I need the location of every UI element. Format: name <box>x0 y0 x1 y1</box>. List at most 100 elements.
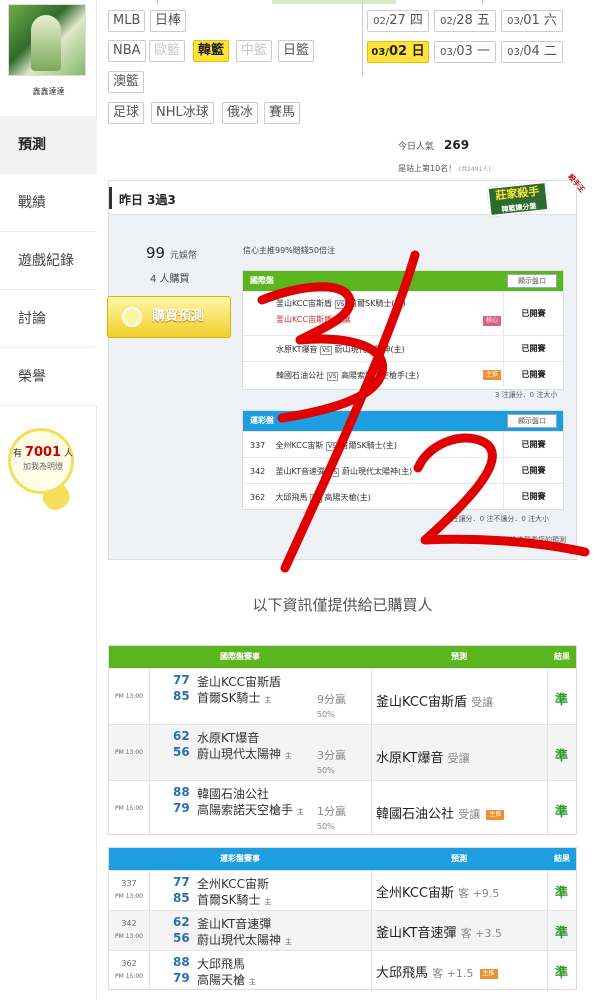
match-status: 已開賽 <box>503 292 563 335</box>
team-home: 蔚山現代太陽神 主 <box>197 745 292 762</box>
result-mark: 準 <box>555 926 569 941</box>
home-mark: 主 <box>284 752 292 760</box>
sidebar-item-discussion[interactable]: 討論 <box>0 290 97 348</box>
match-status: 已開賽 <box>503 458 563 483</box>
rank-note: (共2491人) <box>458 166 491 173</box>
match-status: 已開賽 <box>503 432 563 457</box>
fans-prefix: 有 <box>13 449 23 459</box>
prediction-team: 水原KT爆音 <box>376 751 444 766</box>
prediction: 韓國石油公社 受讓 主推 <box>376 803 505 822</box>
handicap: 9分贏 50% <box>317 691 346 720</box>
date-button[interactable]: 02/27 四 <box>367 10 429 32</box>
team-home: 首爾SK騎士 主 <box>197 891 271 908</box>
column-divider <box>371 870 372 991</box>
league-tag-npb[interactable]: 日棒 <box>150 10 187 32</box>
purchaser-info-title: 以下資訊僅提供給已購買人 <box>252 596 433 614</box>
table-row: 362 PM 15:00 88 79 大邱飛馬 高陽天槍 主 大邱飛馬 客 +1… <box>109 950 576 990</box>
rank-text: 是站上第10名！ <box>398 164 457 173</box>
vs-icon: VS <box>326 372 339 381</box>
show-odds-button[interactable]: 顯示盤口 <box>507 414 557 428</box>
table-row: PM 13:00 62 56 水原KT爆音 蔚山現代太陽神 主 3分贏 50% 水… <box>109 724 576 780</box>
date-button[interactable]: 02/28 五 <box>434 10 496 32</box>
home-mark: 主 <box>284 938 292 946</box>
league-tag-china-basketball: 中籃 <box>236 40 273 62</box>
table-row: 水原KT爆音 VS 蔚山現代太陽神(主) 已開賽 <box>243 335 563 361</box>
vs-icon: VS <box>310 494 322 503</box>
avatar[interactable] <box>8 4 86 76</box>
league-tag-euro-basketball: 歐籃 <box>149 40 186 62</box>
popularity-rank: 是站上第10名！ (共2491人) <box>398 163 491 174</box>
vs-icon: VS <box>334 300 347 309</box>
date-button[interactable]: 03/03 一 <box>434 41 496 63</box>
league-tag-mlb[interactable]: MLB <box>108 10 146 32</box>
score-home: 56 <box>173 931 190 945</box>
home-mark: 主 <box>264 898 272 906</box>
team-away: 水原KT爆音 <box>197 731 260 745</box>
home-team: 釜山KCC宙斯盾 <box>276 299 332 308</box>
intl-footer: 3 注讓分．0 注大小 <box>495 391 558 399</box>
popularity-label: 今日人氣 <box>398 142 435 152</box>
team-away: 釜山KT音速彈 <box>197 917 272 931</box>
league-tag-khl[interactable]: 俄冰 <box>222 102 259 124</box>
game-time: PM 13:00 <box>115 893 143 900</box>
team-home: 首爾SK騎士 主 <box>197 689 271 706</box>
team-home: 高陽索諾天空槍手 主 <box>197 801 304 818</box>
follow-bulb[interactable]: 有 7001 人 加我為明燈 <box>4 425 82 515</box>
show-odds-button[interactable]: 顯示盤口 <box>507 274 557 288</box>
prediction-note: 客 +3.5 <box>460 927 502 940</box>
vs-icon: VS <box>320 346 332 355</box>
popularity: 今日人氣 269 <box>398 138 469 152</box>
match-line: 水原KT爆音 VS 蔚山現代太陽神(主) <box>276 344 405 355</box>
handicap-value: 9分贏 <box>317 693 346 706</box>
game-time: PM 13:00 <box>115 693 143 700</box>
date-button-selected[interactable]: 03/02 日 <box>367 41 429 63</box>
match-line: 韓國石油公社 VS 高陽索諾天空槍手(主) <box>276 370 419 381</box>
sidebar-item-game-history[interactable]: 遊戲紀錄 <box>0 232 97 290</box>
date-button[interactable]: 03/04 二 <box>501 41 563 63</box>
league-tag-soccer[interactable]: 足球 <box>108 102 145 124</box>
intl-results-header: 國際盤賽事 預測 結果 <box>109 646 576 668</box>
prediction: 大邱飛馬 客 +1.5 主推 <box>376 962 498 981</box>
score-home: 85 <box>173 891 190 905</box>
league-tag-nba[interactable]: NBA <box>108 40 146 62</box>
handicap: 1分贏 50% <box>317 803 346 832</box>
col-header-match: 運彩盤賽事 <box>220 854 260 863</box>
sidebar-item-honor[interactable]: 榮譽 <box>0 348 97 406</box>
match-line: 337 全州KCC宙斯 VS 首爾SK騎士(主) <box>250 440 397 451</box>
league-tag-aus-basketball[interactable]: 澳籃 <box>108 71 145 93</box>
home-team: 釜山KT音速彈 <box>275 467 325 476</box>
sidebar-item-record[interactable]: 戰績 <box>0 174 97 232</box>
column-divider <box>547 870 548 991</box>
popularity-value: 269 <box>444 138 470 152</box>
prediction: 釜山KCC宙斯盾 受讓 <box>376 691 493 710</box>
team-away: 全州KCC宙斯 <box>197 877 269 891</box>
team-home-name: 高陽天槍 <box>197 973 246 987</box>
result-mark: 準 <box>555 805 569 820</box>
game-number: 362 <box>250 493 266 502</box>
top-divider <box>157 0 158 4</box>
home-mark: 主 <box>248 978 256 986</box>
buy-prediction-button[interactable]: 購買預測 <box>107 296 231 338</box>
league-tag-korea-basketball[interactable]: 韓籃 <box>193 40 230 62</box>
result-mark: 準 <box>555 749 569 764</box>
pick-line: 釜山KCC宙斯盾 受讓 <box>276 315 351 324</box>
intl-pick-table: 國際盤 顯示盤口 釜山KCC宙斯盾 VS 首爾SK騎士(主) 釜山KCC宙斯盾 受… <box>242 270 564 390</box>
sidebar-item-predict[interactable]: 預測 <box>0 116 97 174</box>
league-tag-japan-basketball[interactable]: 日籃 <box>278 40 315 62</box>
match-line: 釜山KCC宙斯盾 VS 首爾SK騎士(主) <box>276 298 406 309</box>
date-picker: 02/27 四 02/28 五 03/01 六 03/02 日 03/03 一 … <box>362 0 605 76</box>
prediction-team: 韓國石油公社 <box>376 807 455 822</box>
match-status: 已開賽 <box>503 336 563 361</box>
follow-cta[interactable]: 加我為明燈 <box>4 461 82 472</box>
league-tag-horse-racing[interactable]: 賽馬 <box>264 102 301 124</box>
col-header-match: 國際盤賽事 <box>220 652 260 661</box>
game-time: PM 15:00 <box>115 973 143 980</box>
score-away: 77 <box>173 673 190 687</box>
home-team: 大邱飛馬 <box>275 493 308 502</box>
table-row: PM 13:00 77 85 釜山KCC宙斯盾 首爾SK騎士 主 9分贏 50% … <box>109 668 576 724</box>
date-button[interactable]: 03/01 六 <box>501 10 563 32</box>
prediction-note: 客 +9.5 <box>458 887 500 900</box>
league-tag-nhl[interactable]: NHL冰球 <box>151 102 214 124</box>
username[interactable]: 鑫鑫達達 <box>0 86 97 97</box>
sport-header-label: 運彩盤 <box>250 416 274 425</box>
